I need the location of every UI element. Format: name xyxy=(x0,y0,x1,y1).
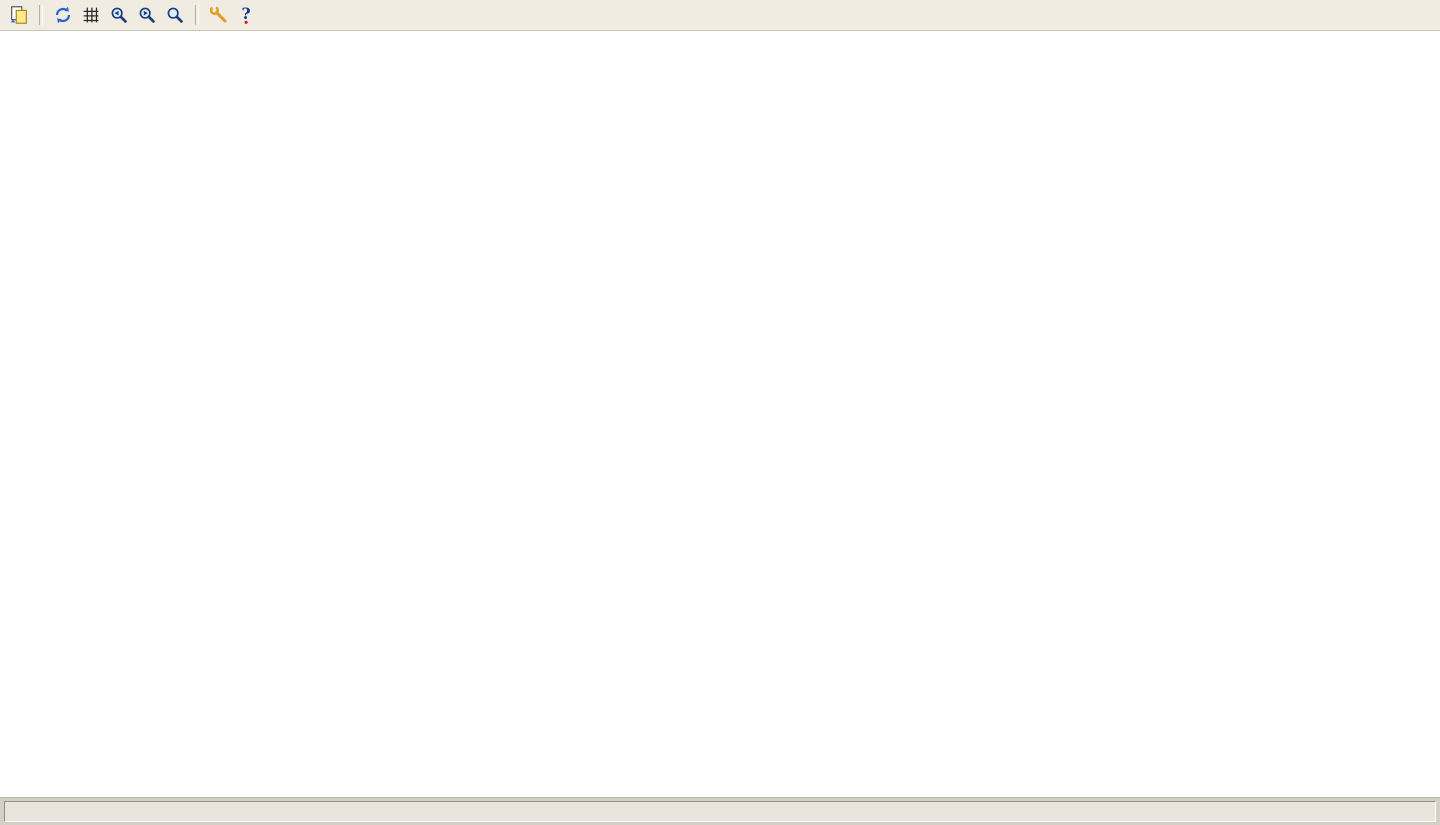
zoom-next-icon xyxy=(136,4,158,26)
copy-button[interactable] xyxy=(6,2,32,28)
help-icon: ? xyxy=(236,4,258,26)
zoom-autoscale-button[interactable] xyxy=(162,2,188,28)
grid-icon xyxy=(80,4,102,26)
config-icon xyxy=(208,4,230,26)
zoom-previous-button[interactable] xyxy=(106,2,132,28)
zoom-previous-icon xyxy=(108,4,130,26)
refresh-icon xyxy=(52,4,74,26)
plots-canvas[interactable] xyxy=(0,0,1440,797)
svg-text:?: ? xyxy=(242,4,251,23)
config-button[interactable] xyxy=(206,2,232,28)
toolbar: ? xyxy=(0,0,1440,31)
zoom-next-button[interactable] xyxy=(134,2,160,28)
status-field xyxy=(4,801,1436,822)
help-button[interactable]: ? xyxy=(234,2,260,28)
toolbar-separator xyxy=(39,5,43,25)
status-bar xyxy=(0,797,1440,825)
toolbar-separator xyxy=(195,5,199,25)
replot-button[interactable] xyxy=(50,2,76,28)
copy-icon xyxy=(8,4,30,26)
grid-button[interactable] xyxy=(78,2,104,28)
zoom-autoscale-icon xyxy=(164,4,186,26)
